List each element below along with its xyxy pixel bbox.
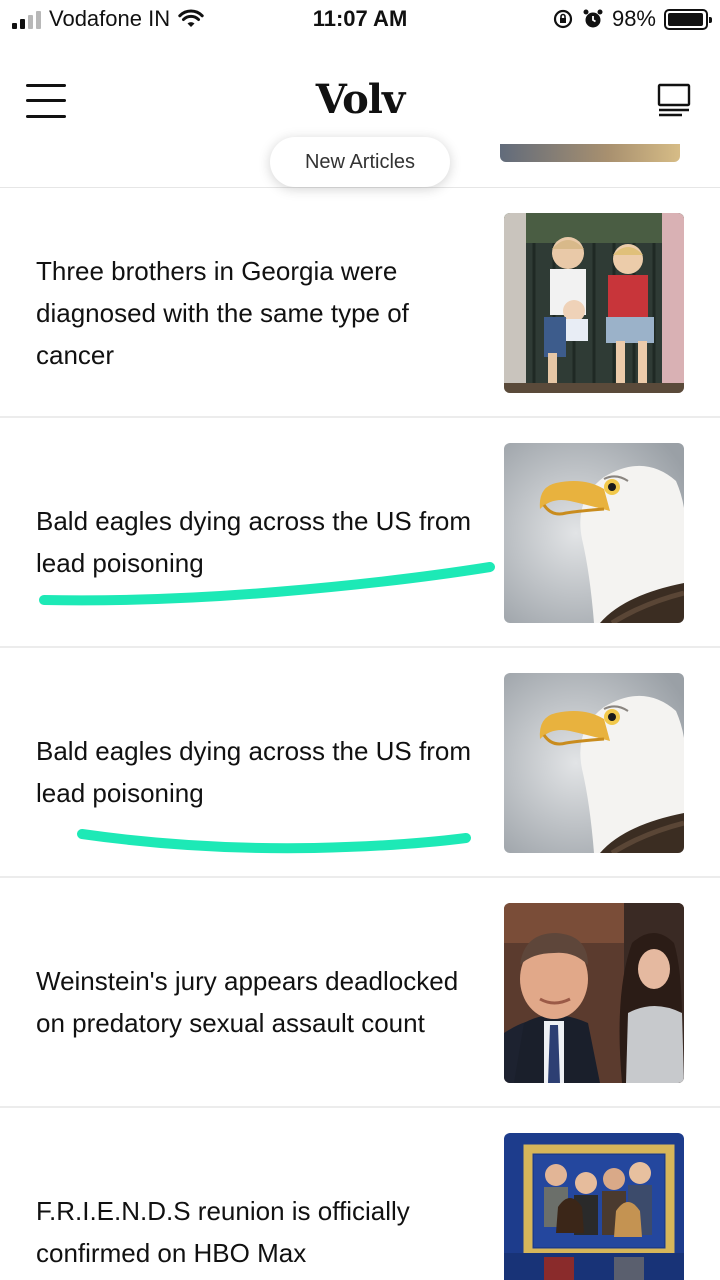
new-articles-button[interactable]: New Articles [270, 137, 450, 187]
article-title[interactable]: F.R.I.E.N.D.S reunion is officially conf… [36, 1190, 486, 1274]
handwritten-highlight [77, 829, 471, 854]
article-title[interactable]: Weinstein's jury appears deadlocked on p… [36, 960, 486, 1044]
status-bar: Vodafone IN 11:07 AM 98% [0, 0, 720, 40]
article-title[interactable]: Bald eagles dying across the US from lea… [36, 500, 486, 584]
app-logo: Volv [315, 76, 405, 123]
battery-icon [664, 8, 712, 30]
article-title[interactable]: Bald eagles dying across the US from lea… [36, 730, 486, 814]
article-thumbnail[interactable] [504, 213, 684, 393]
article-card[interactable]: F.R.I.E.N.D.S reunion is officially conf… [0, 1108, 720, 1280]
rotation-lock-icon [553, 9, 573, 29]
article-card[interactable]: Bald eagles dying across the US from lea… [0, 648, 720, 878]
article-card[interactable]: Three brothers in Georgia were diagnosed… [0, 188, 720, 418]
article-card[interactable]: Weinstein's jury appears deadlocked on p… [0, 878, 720, 1108]
article-card[interactable]: Bald eagles dying across the US from lea… [0, 418, 720, 648]
article-thumbnail[interactable] [504, 443, 684, 623]
battery-percent: 98% [611, 6, 656, 31]
article-title[interactable]: Three brothers in Georgia were diagnosed… [36, 250, 486, 376]
feed-view-icon[interactable] [656, 82, 692, 118]
previous-article-thumbnail [500, 144, 680, 162]
article-thumbnail[interactable] [504, 673, 684, 853]
article-thumbnail[interactable] [504, 1133, 684, 1280]
status-right: 98% [552, 6, 712, 32]
article-thumbnail[interactable] [504, 903, 684, 1083]
alarm-icon [583, 9, 603, 28]
